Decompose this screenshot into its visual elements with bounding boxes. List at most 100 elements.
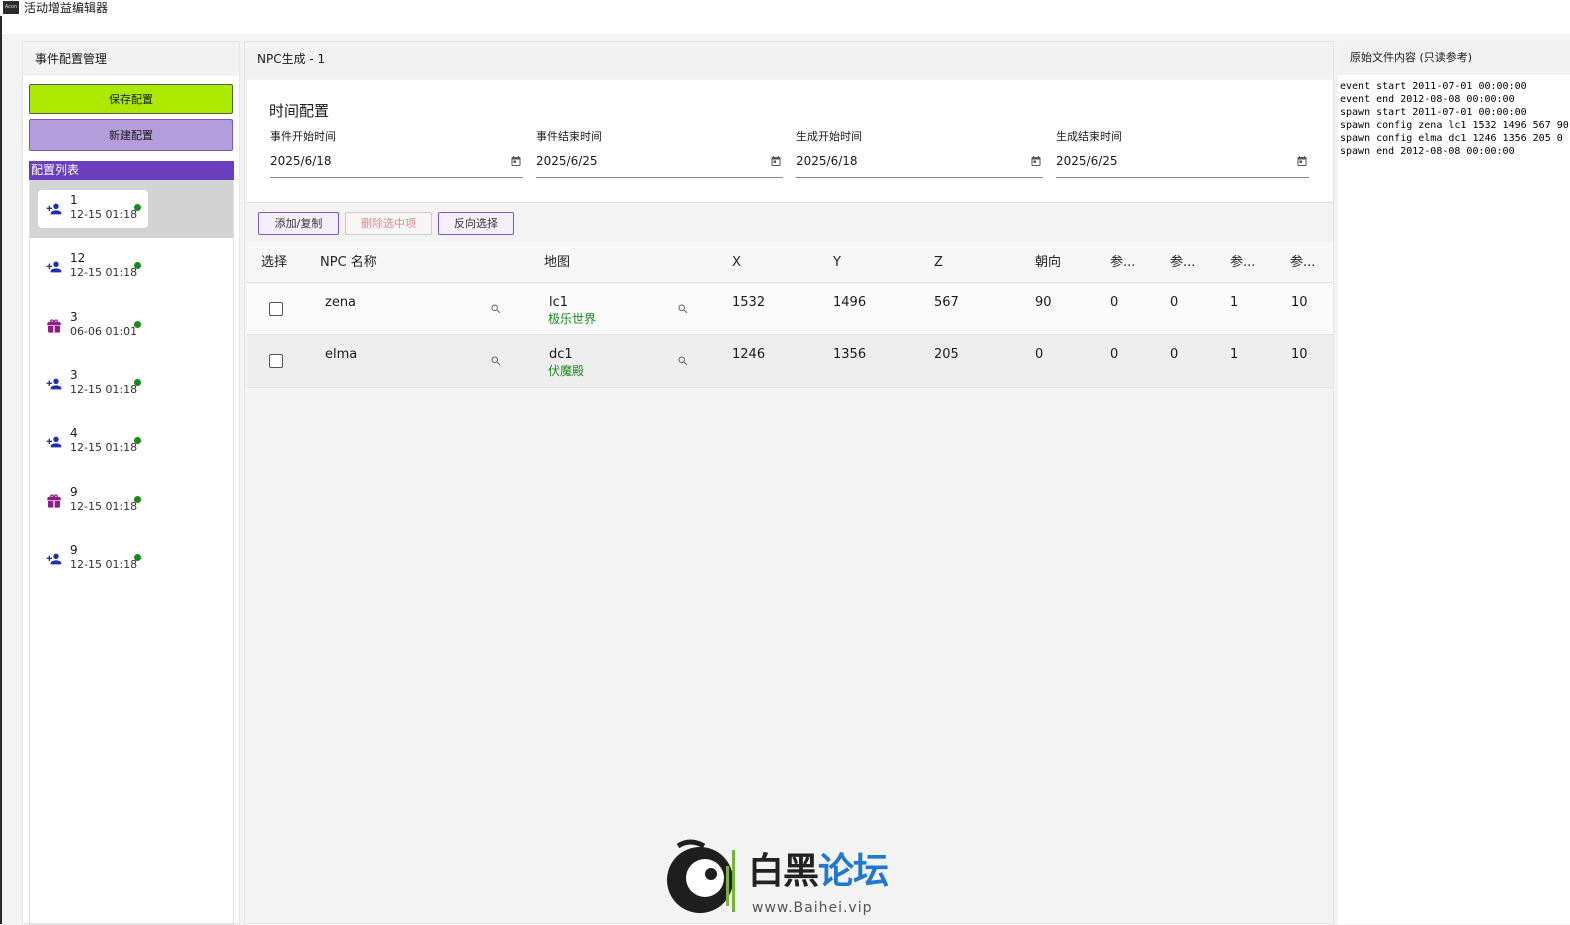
param-2-cell[interactable]: 0 xyxy=(1170,347,1178,363)
spawn-end-label: 生成结束时间 xyxy=(1056,130,1122,143)
config-list-title: 配置列表 xyxy=(29,161,234,180)
panel-title: 原始文件内容 (只读参考) xyxy=(1338,41,1570,75)
config-management-panel: 事件配置管理 保存配置 新建配置 配置列表 1 12-15 01:18 12 1… xyxy=(22,41,240,925)
status-dot xyxy=(134,437,141,444)
list-item-time: 12-15 01:18 xyxy=(70,208,138,221)
delete-selected-button[interactable]: 删除选中项 xyxy=(345,212,432,235)
spawn-start-date-input[interactable]: 2025/6/18 xyxy=(796,154,858,168)
search-icon[interactable] xyxy=(490,303,502,315)
person-add-icon xyxy=(46,436,62,448)
npc-name-cell[interactable]: elma xyxy=(325,347,357,363)
person-add-icon xyxy=(46,261,62,273)
table-row[interactable]: zena lc1 极乐世界 1532 1496 567 90 0 0 1 10 xyxy=(247,282,1333,335)
add-copy-button[interactable]: 添加/复制 xyxy=(258,212,339,235)
field-underline xyxy=(796,177,1043,178)
config-list-item[interactable]: 9 12-15 01:18 xyxy=(30,472,233,530)
save-config-button[interactable]: 保存配置 xyxy=(29,84,233,114)
x-cell[interactable]: 1532 xyxy=(732,295,765,311)
param-4-cell[interactable]: 10 xyxy=(1291,347,1308,363)
table-header: 选择 NPC 名称 地图 X Y Z 朝向 参... 参... 参... 参..… xyxy=(247,242,1333,282)
panel-title: NPC生成 - 1 xyxy=(245,42,1333,76)
forum-watermark: 白黑论坛 www.Baihei.vip xyxy=(660,836,905,920)
search-icon[interactable] xyxy=(490,355,502,367)
window-edge xyxy=(0,16,2,924)
list-item-time: 12-15 01:18 xyxy=(70,383,138,396)
person-add-icon xyxy=(46,378,62,390)
config-list-item[interactable]: 3 06-06 01:01 xyxy=(30,297,233,355)
person-add-icon xyxy=(46,203,62,215)
spawn-end-date-input[interactable]: 2025/6/25 xyxy=(1056,154,1118,168)
row-select-checkbox[interactable] xyxy=(269,302,283,316)
raw-file-content[interactable]: event start 2011-07-01 00:00:00 event en… xyxy=(1340,80,1569,158)
invert-selection-button[interactable]: 反向选择 xyxy=(438,212,514,235)
list-item-name: 3 xyxy=(70,368,78,382)
list-item-time: 12-15 01:18 xyxy=(70,558,138,571)
status-dot xyxy=(134,321,141,328)
list-item-time: 12-15 01:18 xyxy=(70,441,138,454)
config-list-item[interactable]: 3 12-15 01:18 xyxy=(30,355,233,413)
column-header-param-1[interactable]: 参... xyxy=(1110,255,1135,271)
table-row[interactable]: elma dc1 伏魔殿 1246 1356 205 0 0 0 1 10 xyxy=(247,334,1333,388)
z-cell[interactable]: 567 xyxy=(934,295,959,311)
status-dot xyxy=(134,204,141,211)
column-header-direction[interactable]: 朝向 xyxy=(1035,255,1061,271)
column-header-npc-name[interactable]: NPC 名称 xyxy=(320,255,377,271)
search-icon[interactable] xyxy=(677,303,689,315)
column-header-param-2[interactable]: 参... xyxy=(1170,255,1195,271)
param-1-cell[interactable]: 0 xyxy=(1110,347,1118,363)
person-add-icon xyxy=(46,553,62,565)
column-header-y[interactable]: Y xyxy=(833,255,841,271)
field-underline xyxy=(536,177,783,178)
column-header-param-4[interactable]: 参... xyxy=(1290,255,1315,271)
watermark-title-blue: 论坛 xyxy=(818,851,889,892)
config-list[interactable]: 1 12-15 01:18 12 12-15 01:18 3 06-06 01:… xyxy=(29,180,234,925)
column-header-x[interactable]: X xyxy=(732,255,741,271)
map-name-label: 伏魔殿 xyxy=(548,364,585,378)
config-list-item[interactable]: 4 12-15 01:18 xyxy=(30,413,233,471)
z-cell[interactable]: 205 xyxy=(934,347,959,363)
watermark-title: 白黑论坛 xyxy=(748,851,889,892)
param-1-cell[interactable]: 0 xyxy=(1110,295,1118,311)
y-cell[interactable]: 1496 xyxy=(833,295,866,311)
direction-cell[interactable]: 90 xyxy=(1035,295,1052,311)
calendar-icon[interactable] xyxy=(770,155,782,167)
map-code-cell[interactable]: lc1 xyxy=(549,295,568,311)
column-header-z[interactable]: Z xyxy=(934,255,943,271)
column-header-select: 选择 xyxy=(261,255,288,270)
gift-icon xyxy=(47,319,61,333)
column-header-param-3[interactable]: 参... xyxy=(1230,255,1255,271)
config-list-item[interactable]: 9 12-15 01:18 xyxy=(30,530,233,588)
x-cell[interactable]: 1246 xyxy=(732,347,765,363)
panel-title: 事件配置管理 xyxy=(23,42,239,76)
direction-cell[interactable]: 0 xyxy=(1035,347,1043,363)
param-3-cell[interactable]: 1 xyxy=(1230,347,1238,363)
column-header-map[interactable]: 地图 xyxy=(544,255,570,271)
app-icon: Acon xyxy=(3,1,19,14)
list-item-name: 9 xyxy=(70,543,78,557)
config-list-item[interactable]: 12 12-15 01:18 xyxy=(30,238,233,296)
npc-spawn-panel: NPC生成 - 1 时间配置 事件开始时间 2025/6/18 事件结束时间 2… xyxy=(244,41,1334,924)
calendar-icon[interactable] xyxy=(1030,155,1042,167)
param-2-cell[interactable]: 0 xyxy=(1170,295,1178,311)
search-icon[interactable] xyxy=(677,355,689,367)
list-item-time: 12-15 01:18 xyxy=(70,266,138,279)
config-list-item[interactable]: 1 12-15 01:18 xyxy=(30,180,233,238)
row-select-checkbox[interactable] xyxy=(269,354,283,368)
y-cell[interactable]: 1356 xyxy=(833,347,866,363)
event-start-date-input[interactable]: 2025/6/18 xyxy=(270,154,332,168)
list-item-name: 9 xyxy=(70,485,78,499)
param-3-cell[interactable]: 1 xyxy=(1230,295,1238,311)
list-item-name: 1 xyxy=(70,193,78,207)
npc-name-cell[interactable]: zena xyxy=(325,295,356,311)
field-underline xyxy=(270,177,523,178)
map-name-label: 极乐世界 xyxy=(548,312,597,326)
title-bar xyxy=(0,0,1570,34)
new-config-button[interactable]: 新建配置 xyxy=(29,119,233,151)
gift-icon xyxy=(47,494,61,508)
event-end-date-input[interactable]: 2025/6/25 xyxy=(536,154,598,168)
map-code-cell[interactable]: dc1 xyxy=(549,347,573,363)
list-item-name: 4 xyxy=(70,426,78,440)
calendar-icon[interactable] xyxy=(510,155,522,167)
param-4-cell[interactable]: 10 xyxy=(1291,295,1308,311)
calendar-icon[interactable] xyxy=(1296,155,1308,167)
